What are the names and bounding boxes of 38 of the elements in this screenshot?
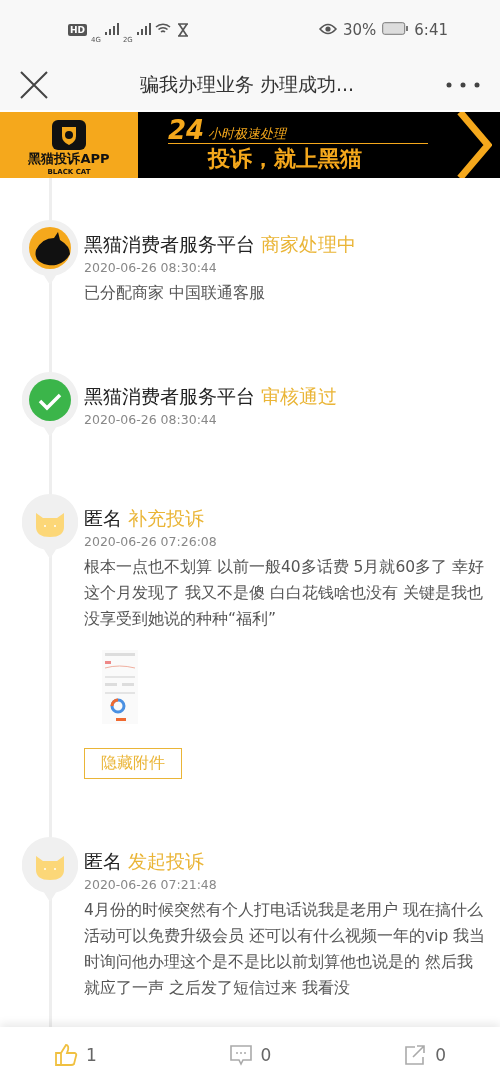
share-button[interactable]: 0 xyxy=(401,1041,448,1069)
event-body: 已分配商家 中国联通客服 xyxy=(84,283,266,304)
wifi-icon xyxy=(154,23,171,35)
event-header: 匿名 发起投诉 xyxy=(84,849,206,874)
signal-icon xyxy=(104,23,119,35)
tagline: 小时极速处理 xyxy=(208,124,287,143)
cat-avatar-icon xyxy=(28,226,72,270)
page-title: 骗我办理业务 办理成功... xyxy=(138,72,356,97)
close-icon[interactable] xyxy=(20,71,48,99)
timestamp: 2020-06-26 07:26:08 xyxy=(84,534,218,550)
event-header: 匿名 补充投诉 xyxy=(84,506,206,531)
battery-icon xyxy=(382,22,409,35)
promo-banner[interactable]: 24 小时极速处理 投诉，就上黑猫 xyxy=(138,112,500,178)
slogan: 投诉，就上黑猫 xyxy=(206,144,363,173)
comment-icon xyxy=(228,1043,253,1067)
like-button[interactable]: 1 xyxy=(52,1041,99,1069)
thumbs-up-icon xyxy=(54,1043,78,1067)
chevron-icon xyxy=(456,112,492,178)
event-body: 4月份的时候突然有个人打电话说我是老用户 现在搞什么活动可以免费升级会员 还可以有什么视频一年的vip 我当时询问他办理这个是不是比以前划算他也说是的 然后我就应了一声 之后发了短信过来 我看没 xyxy=(84,900,487,999)
shield-cat-icon xyxy=(52,120,86,150)
event-header: 黑猫消费者服务平台 商家处理中 xyxy=(84,232,358,257)
hd-label: HD xyxy=(68,24,87,36)
check-icon xyxy=(28,378,72,422)
signal-icon xyxy=(136,23,151,35)
clock-time: 6:41 xyxy=(414,21,448,39)
event-body: 根本一点也不划算 以前一般40多话费 5月就60多了 幸好这个月发现了 我又不是傻 白白花钱啥也没有 关键是我也没享受到她说的种种“福利” xyxy=(84,557,486,630)
share-icon xyxy=(403,1043,428,1067)
hourglass-icon xyxy=(176,23,189,37)
timestamp: 2020-06-26 07:21:48 xyxy=(84,877,218,893)
event-header: 黑猫消费者服务平台 审核通过 xyxy=(84,384,339,409)
eye-icon xyxy=(318,23,337,35)
more-icon[interactable] xyxy=(446,82,480,88)
app-name: 黑猫投诉APP xyxy=(28,150,110,168)
timestamp: 2020-06-26 08:30:44 xyxy=(84,412,218,428)
timestamp: 2020-06-26 08:30:44 xyxy=(84,260,218,276)
badge-number: 24 xyxy=(168,116,205,143)
battery-percent: 30% xyxy=(342,21,377,39)
comment-button[interactable]: 0 xyxy=(226,1041,274,1069)
